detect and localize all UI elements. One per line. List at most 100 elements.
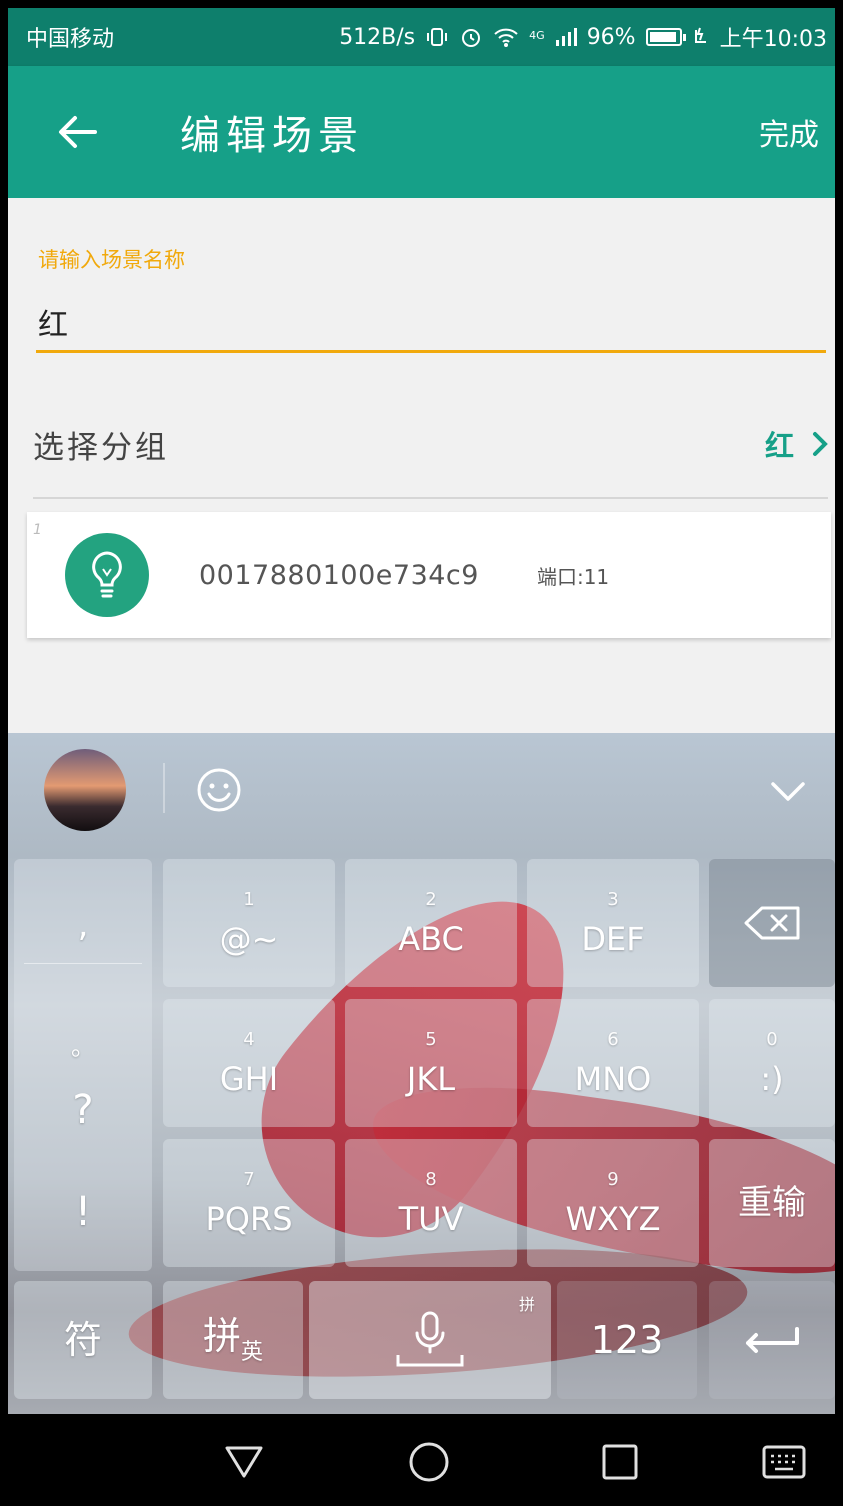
key-9[interactable]: 9 WXYZ bbox=[527, 1139, 699, 1267]
app-toolbar: 编辑场景 完成 bbox=[8, 66, 835, 198]
done-button[interactable]: 完成 bbox=[759, 110, 819, 154]
nav-keyboard-button[interactable] bbox=[762, 1440, 806, 1484]
device-id: 0017880100e734c9 bbox=[199, 559, 479, 591]
key-8[interactable]: 8 TUV bbox=[345, 1139, 517, 1267]
key-4-number: 4 bbox=[243, 1029, 255, 1050]
key-2-label: ABC bbox=[398, 920, 464, 958]
chevron-right-icon bbox=[813, 432, 828, 456]
battery-icon bbox=[645, 28, 686, 46]
key-1[interactable]: 1 @~ bbox=[163, 859, 335, 987]
symbol-question[interactable]: ? bbox=[14, 1087, 152, 1133]
system-nav-bar bbox=[8, 1414, 835, 1506]
signal-icon bbox=[555, 28, 577, 46]
circle-home-icon bbox=[409, 1442, 449, 1482]
keyboard-icon bbox=[762, 1445, 806, 1479]
charging-icon bbox=[694, 27, 706, 43]
status-icons: 512B/s 4G 96% 上午10:03 bbox=[339, 21, 827, 53]
key-4[interactable]: 4 GHI bbox=[163, 999, 335, 1127]
device-index: 1 bbox=[33, 522, 42, 538]
collapse-keyboard-icon[interactable] bbox=[768, 777, 808, 805]
key-8-number: 8 bbox=[425, 1169, 437, 1190]
keyboard-skin-avatar[interactable] bbox=[44, 749, 126, 831]
scene-name-input[interactable]: 红 bbox=[38, 300, 68, 344]
input-underline bbox=[36, 350, 826, 353]
key-6-label: MNO bbox=[574, 1060, 652, 1098]
numeric-key[interactable]: 123 bbox=[557, 1281, 697, 1399]
nav-back-button[interactable] bbox=[222, 1440, 266, 1484]
key-3-number: 3 bbox=[607, 889, 619, 910]
reenter-label: 重输 bbox=[738, 1183, 806, 1223]
selected-group-value: 红 bbox=[764, 429, 794, 463]
key-0[interactable]: 0 :) bbox=[709, 999, 835, 1127]
key-1-label: @~ bbox=[219, 920, 279, 958]
device-port: 端口:11 bbox=[536, 564, 610, 589]
arrow-left-icon bbox=[59, 116, 97, 148]
backspace-icon bbox=[744, 906, 800, 940]
vibrate-icon bbox=[427, 28, 448, 46]
enter-key[interactable] bbox=[709, 1281, 835, 1399]
key-1-number: 1 bbox=[243, 889, 255, 910]
english-sub-label: 英 bbox=[241, 1339, 264, 1365]
key-9-number: 9 bbox=[607, 1169, 619, 1190]
key-7[interactable]: 7 PQRS bbox=[163, 1139, 335, 1267]
emoji-icon[interactable] bbox=[196, 767, 242, 813]
keyboard-toolbar bbox=[8, 733, 835, 845]
selected-group: 红 bbox=[765, 423, 828, 465]
symbol-comma[interactable]: , bbox=[14, 905, 152, 945]
symbol-period[interactable]: 。 bbox=[14, 1027, 152, 1062]
signal-type: 4G bbox=[529, 29, 545, 42]
symbol-exclaim[interactable]: ! bbox=[14, 1189, 152, 1235]
clock: 上午10:03 bbox=[719, 27, 827, 52]
wifi-icon bbox=[494, 28, 518, 47]
key-5-number: 5 bbox=[425, 1029, 437, 1050]
key-5[interactable]: 5 JKL bbox=[345, 999, 517, 1127]
enter-icon bbox=[746, 1327, 799, 1353]
pinyin-label: 拼 bbox=[202, 1313, 241, 1358]
key-3[interactable]: 3 DEF bbox=[527, 859, 699, 987]
key-7-label: PQRS bbox=[205, 1200, 293, 1238]
nav-recents-button[interactable] bbox=[598, 1440, 642, 1484]
status-bar: 中国移动 512B/s 4G 96% 上午10:03 bbox=[8, 8, 835, 66]
key-7-number: 7 bbox=[243, 1169, 255, 1190]
nav-home-button[interactable] bbox=[407, 1440, 451, 1484]
key-4-label: GHI bbox=[219, 1060, 279, 1098]
key-2[interactable]: 2 ABC bbox=[345, 859, 517, 987]
key-6-number: 6 bbox=[607, 1029, 619, 1050]
numeric-key-label: 123 bbox=[590, 1318, 664, 1362]
key-9-label: WXYZ bbox=[565, 1200, 661, 1238]
page-title: 编辑场景 bbox=[180, 113, 364, 159]
symbol-key-label: 符 bbox=[63, 1318, 102, 1362]
space-key[interactable]: 拼 bbox=[309, 1281, 551, 1399]
network-speed: 512B/s bbox=[339, 24, 416, 50]
lightbulb-icon bbox=[65, 533, 149, 617]
key-5-label: JKL bbox=[406, 1060, 456, 1098]
soft-keyboard: , 。 ? ! 1 @~ 2 ABC 3 DEF 4 GHI 5 JKL 6 M… bbox=[8, 733, 835, 1414]
language-switch-key[interactable]: 拼英 bbox=[163, 1281, 303, 1399]
battery-percent: 96% bbox=[586, 24, 636, 50]
key-6[interactable]: 6 MNO bbox=[527, 999, 699, 1127]
triangle-back-icon bbox=[225, 1446, 263, 1478]
select-group-label: 选择分组 bbox=[33, 429, 169, 466]
alarm-icon bbox=[462, 29, 481, 47]
key-3-label: DEF bbox=[581, 920, 645, 958]
device-card[interactable]: 1 0017880100e734c9 端口:11 bbox=[27, 512, 831, 638]
backspace-key[interactable] bbox=[709, 859, 835, 987]
reenter-key[interactable]: 重输 bbox=[709, 1139, 835, 1267]
key-0-number: 0 bbox=[766, 1029, 778, 1050]
key-2-number: 2 bbox=[425, 889, 437, 910]
space-superscript: 拼 bbox=[518, 1295, 535, 1314]
symbol-column[interactable]: , 。 ? ! bbox=[14, 859, 152, 1271]
back-button[interactable] bbox=[52, 107, 102, 157]
symbol-key[interactable]: 符 bbox=[14, 1281, 152, 1399]
square-recents-icon bbox=[602, 1444, 638, 1480]
language-switch-label: 拼英 bbox=[203, 1317, 263, 1364]
edit-scene-form: 请输入场景名称 红 选择分组 红 1 0017880100e734c9 端口:1… bbox=[8, 198, 835, 733]
symbol-divider bbox=[24, 963, 142, 964]
toolbar-separator bbox=[163, 763, 165, 813]
key-8-label: TUV bbox=[398, 1200, 464, 1238]
carrier-label: 中国移动 bbox=[26, 27, 115, 52]
section-divider bbox=[33, 497, 828, 499]
key-0-label: :) bbox=[760, 1060, 784, 1098]
select-group-row[interactable]: 选择分组 红 bbox=[33, 404, 828, 484]
microphone-icon bbox=[396, 1311, 464, 1367]
